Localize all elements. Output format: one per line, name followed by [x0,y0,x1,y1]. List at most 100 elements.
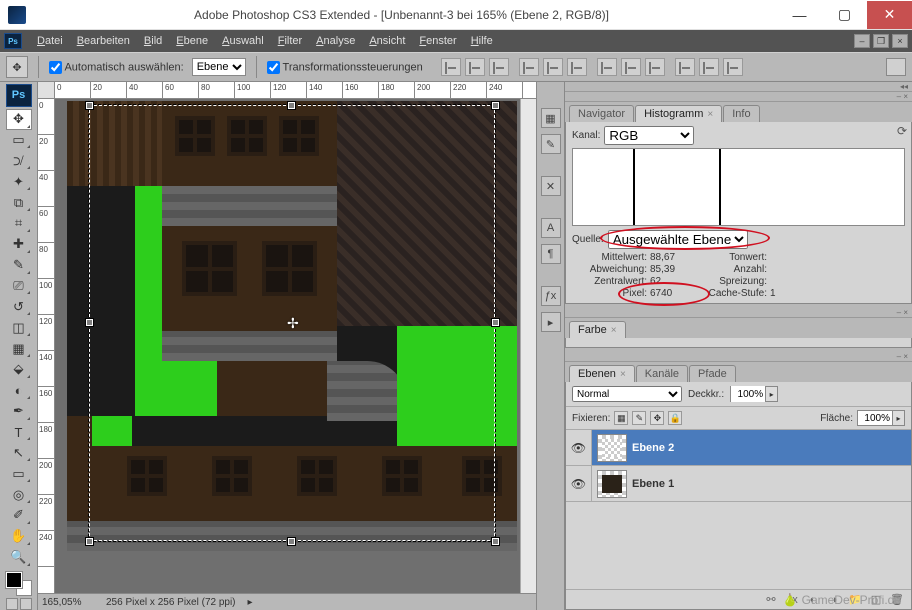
move-tool[interactable]: ✥ [6,109,32,130]
menu-ebene[interactable]: Ebene [169,35,215,47]
dock-paragraph-icon[interactable]: ¶ [541,244,561,264]
vertical-scrollbar[interactable] [520,99,536,593]
path-select-tool[interactable]: ↖ [6,442,32,463]
dodge-tool[interactable]: ◐ [6,380,32,401]
lock-pixels-icon[interactable]: ✎ [632,411,646,425]
hand-tool[interactable]: ✋ [6,526,32,547]
tab-info[interactable]: Info [723,105,759,122]
mdi-restore-button[interactable]: ❐ [873,34,889,48]
menu-fenster[interactable]: Fenster [412,35,463,47]
blur-tool[interactable]: ⬙ [6,359,32,380]
kanal-select[interactable]: RGB [604,126,694,145]
vertical-ruler[interactable]: 020406080100120140160180200220240 [38,99,55,593]
mdi-minimize-button[interactable]: – [854,34,870,48]
layer-name[interactable]: Ebene 1 [632,478,674,490]
gradient-tool[interactable]: ▦ [6,338,32,359]
shape-tool[interactable]: ▭ [6,463,32,484]
dock-actions-icon[interactable]: ƒx [541,286,561,306]
notes-tool[interactable]: ◎ [6,484,32,505]
distribute-vcenter-icon[interactable] [621,58,641,76]
workspace-button[interactable] [886,58,906,76]
align-vcenter-icon[interactable] [465,58,485,76]
tab-kanaele[interactable]: Kanäle [636,365,688,382]
menu-filter[interactable]: Filter [271,35,309,47]
tab-ebenen[interactable]: Ebenen× [569,365,635,382]
quick-mask-button[interactable] [20,598,32,610]
status-bar: 165,05% 256 Pixel x 256 Pixel (72 ppi) ▸ [38,593,536,610]
align-top-icon[interactable] [441,58,461,76]
close-button[interactable]: ✕ [867,1,912,29]
type-tool[interactable]: T [6,422,32,443]
lock-all-icon[interactable]: 🔒 [668,411,682,425]
opacity-field[interactable]: ▸ [730,386,778,402]
layer-name[interactable]: Ebene 2 [632,442,674,454]
layer-row[interactable]: 👁 Ebene 2 [566,430,911,466]
visibility-icon[interactable]: 👁 [566,466,592,501]
standard-mode-button[interactable] [6,598,18,610]
pen-tool[interactable]: ✒ [6,401,32,422]
distribute-right-icon[interactable] [723,58,743,76]
menu-hilfe[interactable]: Hilfe [464,35,500,47]
dock-character-icon[interactable]: A [541,218,561,238]
align-bottom-icon[interactable] [489,58,509,76]
menu-bearbeiten[interactable]: Bearbeiten [70,35,137,47]
auto-select-checkbox[interactable]: Automatisch auswählen: [49,61,184,74]
lock-position-icon[interactable]: ✥ [650,411,664,425]
minimize-button[interactable]: — [777,1,822,29]
window-titlebar: Adobe Photoshop CS3 Extended - [Unbenann… [0,0,912,30]
maximize-button[interactable]: ▢ [822,1,867,29]
distribute-left-icon[interactable] [675,58,695,76]
mdi-close-button[interactable]: × [892,34,908,48]
layer-row[interactable]: 👁 Ebene 1 [566,466,911,502]
blend-mode-select[interactable]: Normal [572,386,682,402]
fill-field[interactable]: ▸ [857,410,905,426]
tab-navigator[interactable]: Navigator [569,105,634,122]
dock-history-icon[interactable]: ▸ [541,312,561,332]
layer-thumbnail[interactable] [597,434,627,462]
marquee-tool[interactable]: ▭ [6,130,32,151]
zoom-level[interactable]: 165,05% [42,597,96,608]
doc-info[interactable]: 256 Pixel x 256 Pixel (72 ppi) [106,597,236,608]
align-left-icon[interactable] [519,58,539,76]
transform-controls-checkbox[interactable]: Transformationssteuerungen [267,61,423,74]
brush-tool[interactable]: ✎ [6,255,32,276]
dock-swatches-icon[interactable]: ▦ [541,108,561,128]
menu-ansicht[interactable]: Ansicht [362,35,412,47]
lock-transparency-icon[interactable]: ▦ [614,411,628,425]
auto-select-target-select[interactable]: Ebene [192,58,246,76]
dock-tool-presets-icon[interactable]: ✕ [541,176,561,196]
menu-analyse[interactable]: Analyse [309,35,362,47]
history-brush-tool[interactable]: ↺ [6,296,32,317]
link-layers-icon[interactable]: ⚯ [763,593,779,607]
align-hcenter-icon[interactable] [543,58,563,76]
quelle-select[interactable]: Ausgewählte Ebene [608,230,748,249]
menu-datei[interactable]: Datei [30,35,70,47]
wand-tool[interactable]: ✦ [6,171,32,192]
crop-tool[interactable]: ⧉ [6,192,32,213]
tab-farbe[interactable]: Farbe× [569,321,626,338]
distribute-bottom-icon[interactable] [645,58,665,76]
foreground-color-swatch[interactable] [6,572,22,588]
distribute-hcenter-icon[interactable] [699,58,719,76]
heal-tool[interactable]: ✚ [6,234,32,255]
color-swatches[interactable] [6,572,32,597]
tab-pfade[interactable]: Pfade [689,365,736,382]
menu-auswahl[interactable]: Auswahl [215,35,271,47]
current-tool-icon[interactable]: ✥ [6,56,28,78]
layer-thumbnail[interactable] [597,470,627,498]
canvas[interactable]: ✢ [55,99,520,593]
dock-brushes-icon[interactable]: ✎ [541,134,561,154]
tab-histogram[interactable]: Histogramm× [635,105,722,122]
stamp-tool[interactable]: ⎚ [6,276,32,297]
visibility-icon[interactable]: 👁 [566,430,592,465]
distribute-top-icon[interactable] [597,58,617,76]
refresh-icon[interactable]: ⟳ [897,124,907,138]
lasso-tool[interactable]: ⟉ [6,150,32,171]
menu-bild[interactable]: Bild [137,35,169,47]
align-right-icon[interactable] [567,58,587,76]
zoom-tool[interactable]: 🔍 [6,547,32,568]
eraser-tool[interactable]: ◫ [6,317,32,338]
horizontal-ruler[interactable]: 020406080100120140160180200220240 [38,82,536,99]
eyedropper-tool[interactable]: ✐ [6,505,32,526]
slice-tool[interactable]: ⌗ [6,213,32,234]
